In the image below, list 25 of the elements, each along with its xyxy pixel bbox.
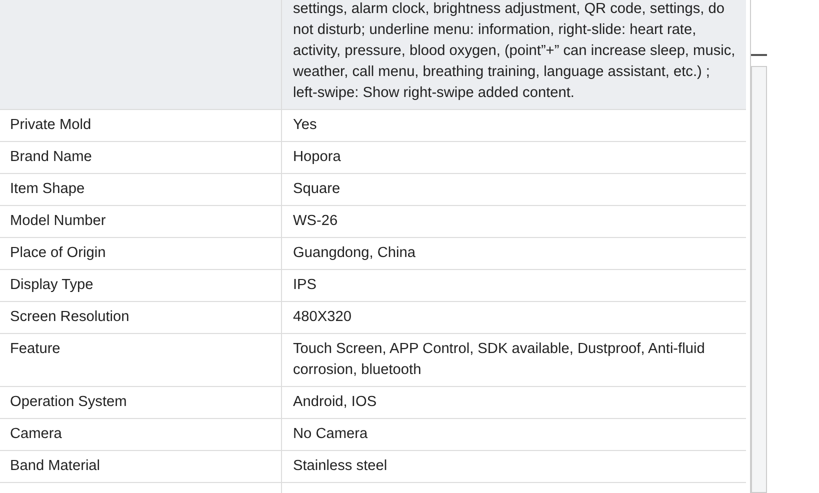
value-cell-text: IPS bbox=[292, 276, 318, 295]
label-cell: Private Mold bbox=[0, 110, 282, 141]
label-cell: Item Shape bbox=[0, 174, 282, 205]
label-cell: Display Type bbox=[0, 270, 282, 301]
label-cell: Brand Name bbox=[0, 142, 282, 173]
label-cell: Band Material bbox=[0, 451, 282, 482]
value-cell-text: Touch Screen, APP Control, SDK available, Dustproof, Anti-fluid corrosion, bluetooth bbox=[292, 340, 706, 380]
label-cell: Operation System bbox=[0, 387, 282, 418]
value-cell-text: 480X320 bbox=[292, 308, 352, 327]
value-cell-text: WS-26 bbox=[292, 212, 339, 231]
value-cell-text: Android, IOS bbox=[292, 393, 378, 412]
label-cell: Feature bbox=[0, 334, 282, 386]
label-cell: Model Number bbox=[0, 206, 282, 237]
value-cell-text: Guangdong, China bbox=[292, 244, 417, 263]
value-cell-text: Yes bbox=[292, 116, 318, 135]
value-cell-text: Stainless steel bbox=[292, 457, 388, 476]
value-cell-text: Square bbox=[292, 180, 342, 199]
value-cell-text: No Camera bbox=[292, 425, 369, 444]
scrollbar-track[interactable] bbox=[751, 66, 767, 493]
scrollbar-marker bbox=[751, 54, 767, 56]
value-cell-text: settings, alarm clock, brightness adjustment, QR code, settings, do not disturb; underline menu: information, right-slide: heart rate, activity, pressure, blood oxygen, (point”+” can increase sleep, music, weather, call menu, breathing training, language assistant, etc.) ; left-swipe: Show right-swipe added content. bbox=[292, 0, 736, 103]
label-cell: Screen Resolution bbox=[0, 302, 282, 333]
label-cell: Place of Origin bbox=[0, 238, 282, 269]
label-cell: Camera bbox=[0, 419, 282, 450]
value-cell-text: Hopora bbox=[292, 148, 342, 167]
